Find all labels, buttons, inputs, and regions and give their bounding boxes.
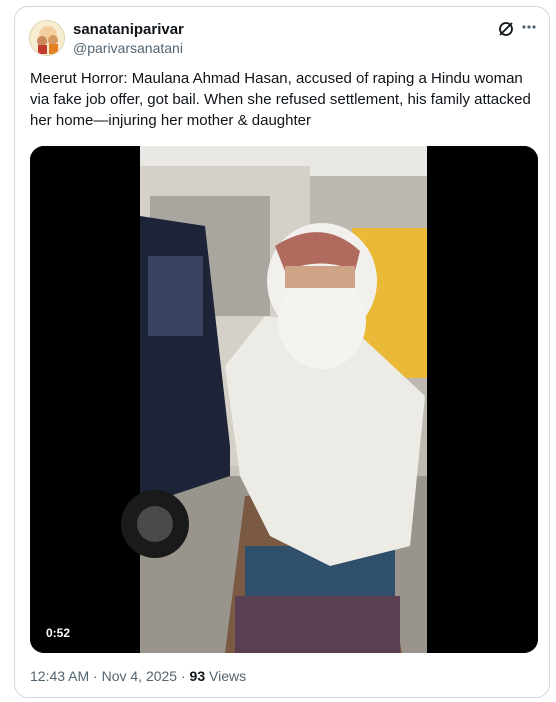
tweet-timestamp[interactable]: 12:43 AM · Nov 4, 2025 (30, 668, 177, 684)
tweet-meta: 12:43 AM · Nov 4, 2025 · 93 Views (30, 668, 246, 684)
video-duration: 0:52 (40, 623, 77, 643)
meta-separator: · (177, 668, 190, 684)
more-options-icon[interactable] (520, 18, 538, 36)
avatar[interactable] (29, 20, 65, 56)
views-label: Views (209, 668, 247, 684)
video-player[interactable]: 0:52 (30, 146, 538, 653)
grok-icon[interactable] (497, 20, 515, 38)
tweet-text: Meerut Horror: Maulana Ahmad Hasan, accu… (30, 70, 531, 129)
views-count: 93 (189, 668, 206, 684)
author-display-name[interactable]: sanataniparivar (73, 21, 184, 38)
author-handle[interactable]: @parivarsanatani (73, 40, 183, 56)
video-frame (30, 146, 538, 653)
